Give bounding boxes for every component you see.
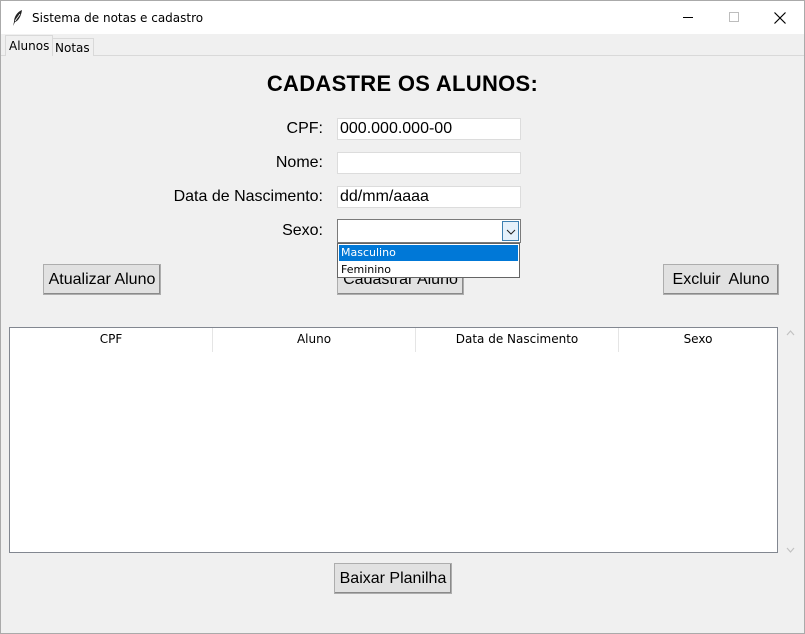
cpf-label: CPF: bbox=[286, 120, 323, 137]
excluir-aluno-button[interactable]: Excluir Aluno bbox=[663, 264, 779, 295]
app-window: Sistema de notas e cadastro Alunos Notas… bbox=[0, 0, 805, 634]
column-header-aluno[interactable]: Aluno bbox=[213, 328, 416, 352]
atualizar-aluno-button[interactable]: Atualizar Aluno bbox=[43, 264, 161, 295]
nome-label: Nome: bbox=[275, 154, 323, 171]
feather-icon bbox=[11, 9, 25, 27]
maximize-button[interactable] bbox=[711, 1, 757, 34]
sexo-label: Sexo: bbox=[282, 222, 323, 239]
sexo-option-feminino[interactable]: Feminino bbox=[339, 262, 518, 278]
sexo-option-masculino[interactable]: Masculino bbox=[339, 245, 518, 261]
scroll-up-button[interactable] bbox=[782, 323, 799, 340]
data-nascimento-input[interactable] bbox=[337, 186, 521, 208]
tab-alunos[interactable]: Alunos bbox=[5, 35, 54, 56]
table-scrollbar[interactable] bbox=[782, 323, 799, 557]
data-nascimento-label: Data de Nascimento: bbox=[173, 188, 323, 205]
close-icon bbox=[774, 11, 786, 24]
sexo-dropdown-list: Masculino Feminino bbox=[337, 243, 520, 278]
column-header-sexo[interactable]: Sexo bbox=[619, 328, 777, 352]
alunos-table[interactable]: CPF Aluno Data de Nascimento Sexo bbox=[9, 327, 778, 553]
scroll-up-icon bbox=[786, 323, 795, 341]
scroll-down-button[interactable] bbox=[782, 540, 799, 557]
table-header: CPF Aluno Data de Nascimento Sexo bbox=[10, 328, 777, 352]
column-header-data-nascimento[interactable]: Data de Nascimento bbox=[416, 328, 619, 352]
column-header-cpf[interactable]: CPF bbox=[10, 328, 213, 352]
close-button[interactable] bbox=[757, 1, 803, 34]
tab-bar: Alunos Notas bbox=[1, 34, 804, 56]
maximize-icon bbox=[728, 12, 740, 23]
baixar-planilha-button[interactable]: Baixar Planilha bbox=[334, 563, 452, 594]
window-title: Sistema de notas e cadastro bbox=[32, 11, 204, 25]
cpf-input[interactable] bbox=[337, 118, 521, 140]
combo-dropdown-button[interactable] bbox=[502, 221, 519, 241]
scroll-down-icon bbox=[786, 540, 795, 558]
page-title: CADASTRE OS ALUNOS: bbox=[266, 71, 539, 96]
minimize-button[interactable] bbox=[665, 1, 711, 34]
title-bar[interactable]: Sistema de notas e cadastro bbox=[1, 1, 804, 34]
minimize-icon bbox=[682, 12, 694, 23]
nome-input[interactable] bbox=[337, 152, 521, 174]
sexo-combobox[interactable] bbox=[337, 219, 521, 243]
chevron-down-icon bbox=[506, 222, 516, 240]
tab-notas[interactable]: Notas bbox=[51, 38, 94, 56]
